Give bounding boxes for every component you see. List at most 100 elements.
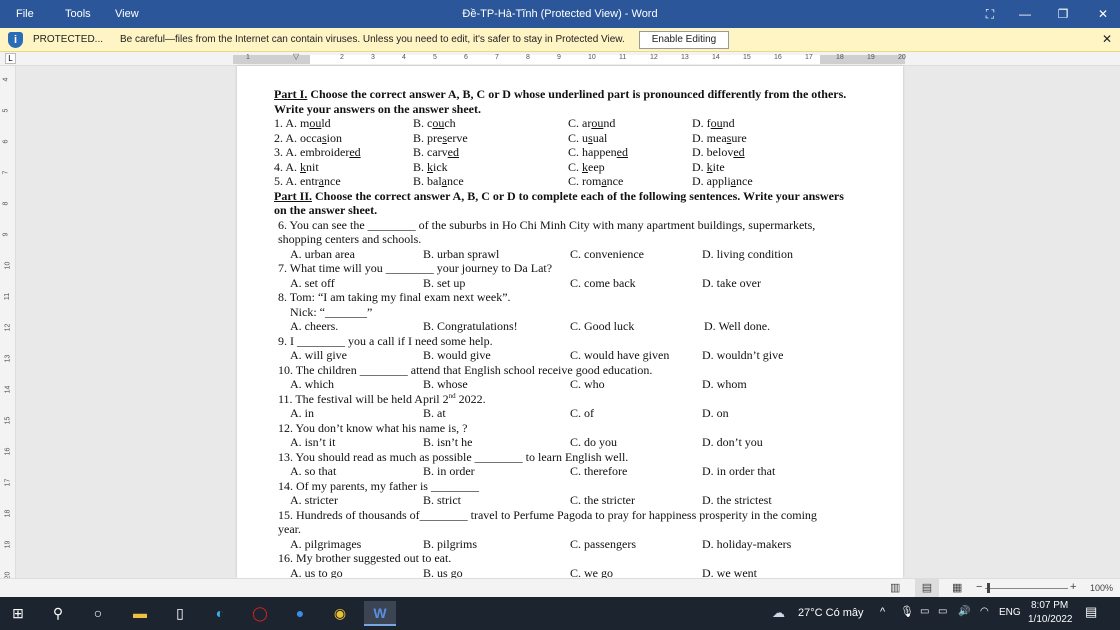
answer-option: 4. A. knit (274, 160, 319, 175)
menu-file[interactable]: File (16, 8, 34, 20)
option-text: D. mea (692, 130, 727, 145)
clock-time[interactable]: 8:07 PM (1031, 600, 1068, 611)
text-line: 13. You should read as much as possible … (278, 449, 629, 464)
text-line: Write your answers on the answer sheet. (274, 101, 481, 116)
answer-option: C. convenience (570, 246, 644, 261)
battery-icon[interactable]: ▭ (938, 606, 947, 617)
document-line: 7. What time will you ________ your jour… (237, 261, 903, 276)
document-line: 12. You don’t know what his name is, ? (237, 421, 903, 436)
document-line: A. isn’t it B. isn’t he C. do you D. don’t … (237, 435, 903, 450)
zalo-icon[interactable]: ● (284, 601, 316, 626)
zoom-in-button[interactable]: + (1070, 581, 1076, 593)
opera-icon[interactable]: ◯ (244, 601, 276, 626)
option-text: C. happen (568, 145, 617, 159)
horizontal-ruler[interactable]: L ▽ 1 2 3 4 5 6 7 8 9 10 11 12 13 14 15 16 17 18 19 20 (0, 52, 1120, 66)
answer-option: C. usual (568, 131, 607, 146)
answer-option: D. kite (692, 160, 725, 175)
web-layout-icon[interactable]: ▦ (952, 581, 962, 594)
answer-option: A. pilgrimages (290, 536, 362, 551)
chrome-icon[interactable]: ◉ (324, 601, 356, 626)
answer-option: A. stricter (290, 493, 338, 507)
file-icon[interactable]: ▯ (164, 601, 196, 626)
underlined-part: ou (432, 116, 445, 130)
document-body: Part I. Choose the correct answer A, B, … (237, 87, 903, 578)
weather-text[interactable]: 27°C Có mây (798, 607, 864, 619)
meet-icon[interactable]: ▭ (920, 606, 929, 617)
indent-marker-icon[interactable]: ▽ (293, 52, 299, 61)
show-hidden-icons[interactable]: ^ (880, 606, 885, 618)
shield-info-icon: i (8, 32, 23, 48)
edge-icon[interactable]: ◐ (204, 601, 236, 626)
vertical-ruler[interactable]: 4 5 6 7 8 9 10 11 12 13 14 15 16 17 18 19 20 (0, 66, 16, 579)
ruler-number: 11 (4, 292, 12, 301)
answer-option: C. happened (568, 145, 628, 160)
search-icon[interactable]: ⚲ (42, 601, 74, 626)
ruler-number: 10 (4, 261, 12, 270)
answer-option: 5. A. entrance (274, 174, 341, 189)
file-explorer-icon[interactable]: ▬ (124, 601, 156, 626)
answer-option: A. in (290, 406, 314, 420)
clock-date[interactable]: 1/10/2022 (1028, 614, 1073, 625)
answer-option: B. would give (423, 348, 491, 362)
notification-icon[interactable]: ▤ (1085, 604, 1097, 620)
zoom-slider-thumb[interactable] (987, 583, 990, 593)
answer-option: D. living condition (702, 246, 793, 261)
menu-tools[interactable]: Tools (65, 8, 91, 20)
document-line: 2. A. occasion B. preserve C. usual D. meas… (237, 131, 903, 146)
focus-mode-icon[interactable]: ⛶ (975, 4, 1005, 24)
option-text: C. rom (568, 174, 602, 188)
part-label: Part II. (274, 188, 312, 203)
option-text: B. pre (413, 130, 443, 145)
document-line: Write your answers on the answer sheet. (237, 102, 903, 117)
answer-option: C. of (570, 406, 594, 420)
word-icon[interactable]: W (364, 601, 396, 626)
answer-option: D. we went (702, 565, 757, 579)
ruler-number: 19 (4, 540, 12, 549)
zoom-level[interactable]: 100% (1090, 583, 1113, 593)
print-layout-icon[interactable]: ▤ (915, 579, 939, 597)
language-indicator[interactable]: ENG (999, 607, 1021, 618)
enable-editing-button[interactable]: Enable Editing (639, 31, 729, 49)
text-line: 7. What time will you ________ your jour… (278, 261, 553, 275)
option-text: D. belov (692, 145, 734, 159)
zoom-slider[interactable] (985, 588, 1068, 589)
volume-icon[interactable]: 🔊 (958, 606, 970, 617)
cortana-icon[interactable]: ○ (82, 601, 114, 626)
close-button[interactable]: ✕ (1088, 4, 1118, 24)
wifi-icon[interactable]: ◠ (980, 606, 989, 617)
answer-option: A. set off (290, 275, 335, 290)
start-icon[interactable]: ⊞ (2, 601, 34, 626)
text-line: shopping centers and schools. (278, 232, 422, 246)
document-line: 3. A. embroidered B. carved C. happened D. … (237, 145, 903, 160)
document-line: shopping centers and schools. (237, 232, 903, 247)
option-text: ite (712, 159, 725, 174)
close-bar-icon[interactable]: ✕ (1102, 32, 1112, 46)
microphone-icon[interactable]: 🎙 (900, 605, 914, 618)
answer-option: D. take over (702, 275, 761, 290)
ruler-number: 9 (2, 232, 10, 237)
ruler-number: 18 (836, 54, 844, 61)
underlined-part: ou (309, 116, 322, 130)
cloud-icon: ☁ (772, 605, 785, 620)
zoom-out-button[interactable]: − (976, 581, 982, 593)
document-line: A. so that B. in order C. therefore D. in o… (237, 464, 903, 479)
minimize-button[interactable]: — (1010, 4, 1040, 24)
text-line: 12. You don’t know what his name is, ? (278, 420, 468, 435)
ruler-number: 16 (774, 54, 782, 61)
answer-option: A. urban area (290, 246, 355, 261)
option-text: 4. A. (274, 159, 301, 174)
option-text: C. (568, 159, 583, 174)
restore-button[interactable]: ❐ (1048, 4, 1078, 24)
ruler-number: 13 (4, 354, 12, 363)
read-mode-icon[interactable]: ▥ (890, 581, 900, 594)
ruler-number: 18 (4, 509, 12, 518)
answer-option: D. in order that (702, 464, 776, 478)
answer-option: B. balance (413, 174, 464, 189)
option-text: D. appli (692, 174, 731, 188)
title-bar: File Tools View Đề-TP-Hà-Tĩnh (Protected… (0, 0, 1120, 28)
status-bar: ▥ ▤ ▦ − + 100% (0, 578, 1120, 597)
underlined-part: ed (447, 145, 459, 159)
tab-selector-icon[interactable]: L (5, 53, 16, 64)
menu-view[interactable]: View (115, 8, 139, 20)
document-line: 5. A. entrance B. balance C. romance D. app… (237, 174, 903, 189)
